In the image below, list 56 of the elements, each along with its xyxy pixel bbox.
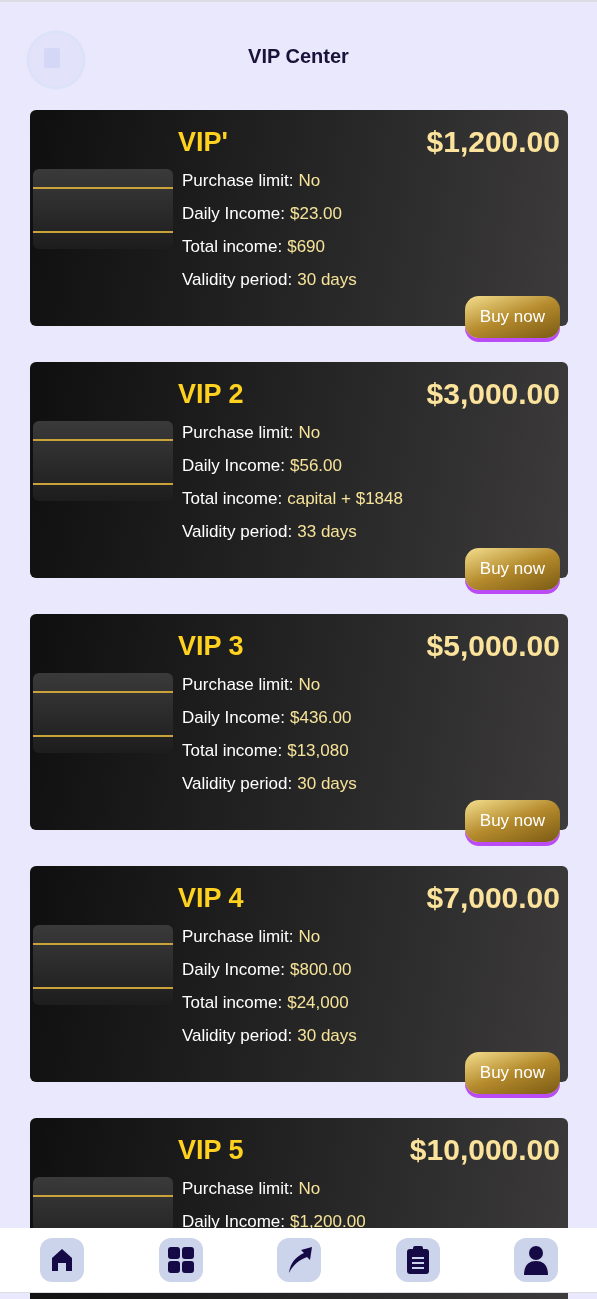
plan-name: VIP 4 [178, 882, 244, 914]
clipboard-icon [406, 1246, 429, 1274]
info-label: Daily Income: [182, 959, 285, 980]
info-label: Validity period: [182, 1025, 293, 1046]
nav-button[interactable] [514, 1238, 558, 1282]
nav-button[interactable] [395, 1238, 440, 1282]
plan-name: VIP 5 [178, 1134, 244, 1166]
plan-price: $10,000.00 [409, 1133, 560, 1167]
user-icon [524, 1245, 548, 1275]
info-label: Validity period: [182, 773, 293, 794]
info-value: $690 [287, 236, 325, 257]
info-value: 30 days [297, 773, 357, 794]
info-value: $23.00 [290, 203, 342, 224]
info-label: Validity period: [182, 269, 293, 290]
plan-name: VIP 3 [178, 630, 244, 662]
info-value: $13,080 [287, 740, 349, 761]
plan-name: VIP' [178, 126, 228, 158]
info-label: Total income: [182, 992, 283, 1013]
info-value: 30 days [297, 269, 357, 290]
info-value: $1,200.00 [290, 1211, 366, 1232]
info-label: Total income: [182, 740, 283, 761]
info-value: 33 days [297, 521, 357, 542]
info-value: $800.00 [290, 959, 352, 980]
info-label: Purchase limit: [182, 674, 294, 695]
info-value: No [298, 926, 321, 947]
info-label: Daily Income: [182, 1211, 285, 1232]
info-value: No [298, 1178, 321, 1199]
info-label: Total income: [182, 236, 283, 257]
grid-icon [167, 1247, 194, 1273]
info-label: Daily Income: [182, 455, 285, 476]
info-value: $24,000 [287, 992, 349, 1013]
info-value: No [298, 674, 321, 695]
info-label: Purchase limit: [182, 1178, 294, 1199]
nav-button[interactable] [40, 1238, 84, 1282]
info-value: 30 days [297, 1025, 357, 1046]
info-value: $56.00 [290, 455, 342, 476]
info-label: Purchase limit: [182, 422, 294, 443]
info-label: Daily Income: [182, 707, 285, 728]
page-title: VIP Center [248, 44, 349, 68]
info-value: capital + $1848 [287, 488, 403, 509]
info-label: Validity period: [182, 521, 293, 542]
plan-name: VIP 2 [178, 378, 244, 410]
info-value: $436.00 [290, 707, 352, 728]
info-value: No [298, 422, 321, 443]
plan-price: $7,000.00 [426, 881, 560, 915]
info-value: No [298, 170, 321, 191]
info-label: Daily Income: [182, 203, 285, 224]
info-label: Purchase limit: [182, 926, 294, 947]
plan-price: $1,200.00 [426, 125, 560, 159]
home-icon [51, 1248, 73, 1272]
info-label: Total income: [182, 488, 283, 509]
plan-price: $5,000.00 [426, 629, 560, 663]
plan-price: $3,000.00 [426, 377, 560, 411]
nav-button[interactable] [277, 1238, 321, 1282]
info-label: Purchase limit: [182, 170, 294, 191]
nav-button[interactable] [158, 1238, 203, 1282]
